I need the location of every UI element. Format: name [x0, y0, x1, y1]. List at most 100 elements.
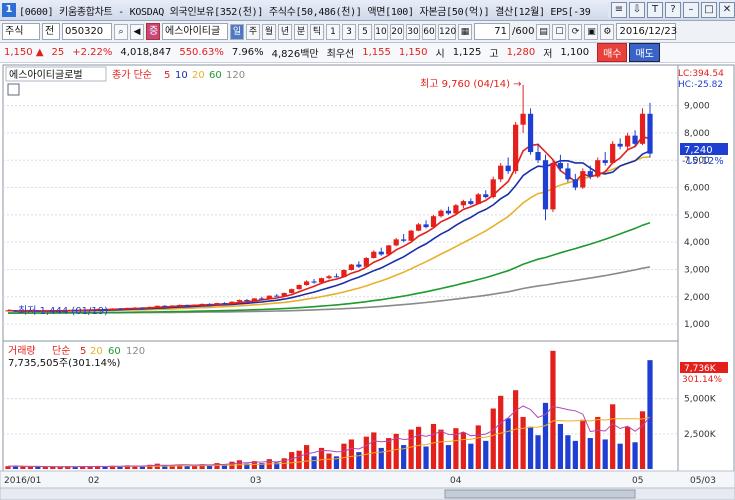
candle-body	[109, 308, 116, 310]
candle-body	[229, 301, 235, 304]
scrollbar-thumb[interactable]	[444, 489, 636, 499]
candle-body	[199, 303, 205, 305]
interval-60[interactable]: 60	[422, 23, 436, 40]
high-label: 고	[489, 49, 499, 60]
period-tab-minute[interactable]: 분	[294, 23, 308, 40]
candle-body	[639, 113, 646, 144]
volume-bar	[102, 466, 108, 469]
data-count-input[interactable]: 71	[474, 23, 510, 40]
candle-body	[124, 307, 131, 309]
trade-value: 4,826백만	[271, 49, 319, 60]
title-bar: 1 [0600] 키움종합차트 - KOSDAQ 외국인보유[352(천)] 주…	[0, 0, 735, 21]
interval-20[interactable]: 20	[390, 23, 404, 40]
price-y-tick: 5,000	[684, 211, 710, 221]
candle-body	[550, 162, 556, 210]
type-select[interactable]: 전	[42, 23, 60, 40]
current-price-pct: -15.12%	[682, 156, 724, 167]
close-icon[interactable]: ✕	[719, 2, 735, 18]
search-icon[interactable]: ⌕	[114, 23, 128, 40]
volume-bar	[490, 408, 496, 469]
open-label: 시	[435, 49, 445, 60]
period-tab-day[interactable]: 일	[230, 23, 244, 40]
low-annotation: 최저 1,444 (01/19)	[18, 305, 108, 317]
candle-body	[289, 289, 295, 293]
best-label: 최우선	[326, 49, 355, 60]
checkbox-icon[interactable]: ☐	[552, 23, 567, 40]
help-icon[interactable]: ?	[665, 2, 681, 18]
volume-y-tick: 2,500K	[684, 430, 717, 440]
sell-button[interactable]: 매도	[629, 43, 660, 62]
buy-button[interactable]: 매수	[597, 43, 628, 62]
candle-body	[565, 168, 571, 180]
candle-body	[520, 113, 526, 125]
interval-5[interactable]: 5	[358, 23, 372, 40]
volume-bar	[580, 419, 586, 469]
stock-name-field[interactable]: 에스아이티글	[162, 23, 228, 40]
period-tab-week[interactable]: 주	[246, 23, 260, 40]
candle-body	[177, 304, 183, 306]
volume: 4,018,847	[120, 47, 172, 58]
candle-body	[371, 251, 377, 258]
volume-bar	[356, 452, 362, 469]
vol-legend-ma5: 5	[80, 346, 86, 357]
x-axis	[0, 470, 735, 489]
volume-bar	[415, 426, 422, 469]
interval-3[interactable]: 3	[342, 23, 356, 40]
legend-ma120: 120	[226, 70, 245, 81]
price-change-pct: +2.22%	[72, 47, 113, 58]
candle-body	[527, 113, 534, 153]
chart-settings-icon[interactable]: ▦	[458, 23, 472, 40]
download-icon[interactable]: ⇩	[629, 2, 645, 18]
legend-ma10: 10	[175, 70, 188, 81]
grid-toggle-icon[interactable]	[7, 83, 20, 96]
price-y-ticks: 9,0008,0007,0006,0005,0004,0003,0002,000…	[684, 102, 710, 330]
legend-ma5: 5	[164, 70, 170, 81]
price-y-tick: 3,000	[684, 265, 710, 275]
interval-30[interactable]: 30	[406, 23, 420, 40]
candle-body	[498, 165, 504, 180]
menu-icon[interactable]: ≡	[611, 2, 627, 18]
high-annotation: 최고 9,760 (04/14) →	[420, 78, 522, 90]
candle-body	[139, 307, 145, 309]
candle-body	[132, 307, 138, 309]
window-title: [0600] 키움종합차트 - KOSDAQ 외국인보유[352(천)] 주식수…	[19, 6, 591, 18]
open-price: 1,125	[452, 47, 482, 58]
period-tab-month[interactable]: 월	[262, 23, 276, 40]
turnover-rate: 7.96%	[231, 47, 264, 58]
text-size-icon[interactable]: T	[647, 2, 663, 18]
current-volume-label: 7,736K	[684, 364, 717, 374]
volume-bar	[505, 418, 511, 469]
volume-bar	[326, 453, 332, 469]
candle-body	[303, 281, 310, 286]
vol-value: 7,735,505주(301.14%)	[8, 358, 120, 369]
table-icon[interactable]: ▤	[536, 23, 551, 40]
refresh-icon[interactable]: ⟳	[568, 23, 583, 40]
candle-body	[445, 210, 452, 214]
minimize-icon[interactable]: –	[683, 2, 699, 18]
window-icon[interactable]: ▣	[584, 23, 599, 40]
volume-bar	[371, 432, 377, 469]
low-label: 저	[543, 49, 553, 60]
x-label-end: 05/03	[690, 476, 716, 486]
candle-body	[557, 162, 564, 169]
interval-10[interactable]: 10	[374, 23, 388, 40]
interval-120[interactable]: 120	[438, 23, 456, 40]
interval-1[interactable]: 1	[326, 23, 340, 40]
sound-icon[interactable]: ◀	[130, 23, 144, 40]
stock-code-input[interactable]: 050320	[62, 23, 112, 40]
candle-body	[505, 165, 511, 172]
volume-bar	[595, 416, 601, 469]
candle-body	[341, 269, 347, 278]
candle-body	[602, 160, 608, 163]
volume-bar	[214, 463, 220, 469]
settings-icon[interactable]: ⚙	[600, 23, 615, 40]
candle-body	[296, 285, 302, 290]
maximize-icon[interactable]: □	[701, 2, 717, 18]
period-tab-tick[interactable]: 틱	[310, 23, 324, 40]
candle-body	[580, 171, 586, 188]
date-input[interactable]: 2016/12/23	[616, 23, 677, 40]
candle-body	[192, 304, 198, 306]
period-tab-year[interactable]: 년	[278, 23, 292, 40]
volume-bar	[27, 466, 34, 469]
market-select[interactable]: 주식	[2, 23, 40, 40]
